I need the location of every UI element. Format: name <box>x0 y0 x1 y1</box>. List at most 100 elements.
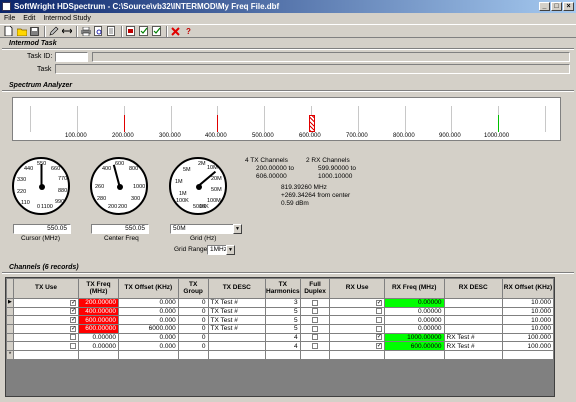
tx-freq-cell[interactable]: 600.00000 <box>78 315 119 326</box>
maximize-button[interactable]: □ <box>551 2 562 11</box>
checkbox-checked-icon[interactable]: ✓ <box>70 299 76 306</box>
rx-offset-cell[interactable]: 10.000 <box>501 298 554 308</box>
checkbox-icon[interactable] <box>70 343 77 350</box>
table-row[interactable]: ✓ 400.00000 0.000 0 TX Test # 5 0.00000 10.000 <box>6 306 554 317</box>
tx-desc-cell[interactable]: TX Test # <box>207 306 267 317</box>
spectrum-display[interactable]: 100.000 200.000 300.000 400.000 500.000 … <box>12 97 561 141</box>
task-id-input[interactable] <box>55 52 88 62</box>
tx-group-cell[interactable]: 0 <box>177 298 209 308</box>
table-row[interactable]: 0.00000 0.000 0 4 ✓ 1000.00000 RX Test # 100.00… <box>6 332 554 343</box>
rx-desc-cell[interactable] <box>443 298 503 308</box>
checkbox-icon[interactable] <box>70 334 77 341</box>
tx-use-checkbox[interactable]: ✓ <box>12 315 80 326</box>
empty-cell[interactable] <box>12 350 80 360</box>
tx-use-checkbox[interactable]: ✓ <box>12 324 80 334</box>
tx-freq-cell[interactable]: 200.00000 <box>78 298 119 308</box>
center-freq-dial[interactable]: 600 400 800 260 1000 280 300 200 200 <box>90 157 148 215</box>
empty-cell[interactable] <box>299 350 331 360</box>
new-row-marker[interactable]: * <box>6 350 14 360</box>
menu-edit[interactable]: Edit <box>19 15 39 22</box>
checkbox-checked-icon[interactable]: ✓ <box>375 299 382 306</box>
tx-harmonics-cell[interactable]: 5 <box>265 324 301 334</box>
col-header-rx-desc[interactable]: RX DESC <box>443 278 503 299</box>
empty-cell[interactable] <box>329 350 385 360</box>
col-header-full-duplex[interactable]: Full Duplex <box>299 278 331 299</box>
page-icon[interactable] <box>106 26 117 37</box>
empty-cell[interactable] <box>383 350 445 360</box>
verify-icon[interactable] <box>151 26 162 37</box>
rx-use-checkbox[interactable] <box>329 324 385 334</box>
close-window-button[interactable]: × <box>563 2 574 11</box>
empty-cell[interactable] <box>78 350 119 360</box>
checkbox-checked-icon[interactable]: ✓ <box>375 343 382 350</box>
tx-desc-cell[interactable] <box>207 341 267 352</box>
chevron-down-icon[interactable]: ▼ <box>226 245 235 255</box>
open-folder-icon[interactable] <box>16 26 27 37</box>
row-selector[interactable] <box>6 324 14 334</box>
tx-use-checkbox[interactable]: ✓ <box>12 306 80 317</box>
tx-offset-cell[interactable]: 0.000 <box>117 341 179 352</box>
checkbox-checked-icon[interactable]: ✓ <box>375 334 382 341</box>
tx-group-cell[interactable]: 0 <box>177 332 209 343</box>
tx-desc-cell[interactable]: TX Test # <box>207 324 267 334</box>
rx-freq-cell[interactable]: 1000.00000 <box>383 332 445 343</box>
rx-offset-cell[interactable]: 10.000 <box>501 315 554 326</box>
checkbox-icon[interactable] <box>312 325 319 332</box>
table-row[interactable]: ✓ 600.00000 0.000 0 TX Test # 5 0.00000 10.000 <box>6 315 554 326</box>
tx-use-checkbox[interactable]: ✓ <box>12 298 80 308</box>
table-row[interactable]: ✓ 600.00000 6000.000 0 TX Test # 5 0.00000 10.0… <box>6 324 554 334</box>
chevron-down-icon[interactable]: ▼ <box>233 224 242 234</box>
col-header-tx-desc[interactable]: TX DESC <box>207 278 267 299</box>
tx-use-checkbox[interactable] <box>12 341 80 352</box>
checkbox-icon[interactable] <box>312 334 319 341</box>
rx-desc-cell[interactable]: RX Test # <box>443 332 503 343</box>
tx-harmonics-cell[interactable]: 4 <box>265 332 301 343</box>
tx-harmonics-cell[interactable]: 4 <box>265 341 301 352</box>
rx-offset-cell[interactable]: 100.000 <box>501 332 554 343</box>
rx-use-checkbox[interactable]: ✓ <box>329 341 385 352</box>
col-header-tx-offset[interactable]: TX Offset (KHz) <box>117 278 179 299</box>
tx-desc-cell[interactable]: TX Test # <box>207 315 267 326</box>
tx-group-cell[interactable]: 0 <box>177 315 209 326</box>
cursor-input[interactable]: 550.05 <box>13 224 71 234</box>
grid-select[interactable]: 50M <box>170 224 242 234</box>
rx-use-checkbox[interactable] <box>329 315 385 326</box>
rx-desc-cell[interactable]: RX Test # <box>443 341 503 352</box>
edit-icon[interactable] <box>48 26 59 37</box>
tx-harmonics-cell[interactable]: 3 <box>265 298 301 308</box>
rx-freq-cell[interactable]: 0.00000 <box>383 306 445 317</box>
tx-group-cell[interactable]: 0 <box>177 324 209 334</box>
row-selector[interactable] <box>6 332 14 343</box>
center-freq-input[interactable]: 550.05 <box>91 224 149 234</box>
row-selector[interactable] <box>6 315 14 326</box>
tx-freq-cell[interactable]: 600.00000 <box>78 324 119 334</box>
checkbox-icon[interactable] <box>375 325 382 332</box>
checkbox-checked-icon[interactable]: ✓ <box>70 317 76 323</box>
checkbox-checked-icon[interactable]: ✓ <box>70 308 76 315</box>
rx-use-checkbox[interactable]: ✓ <box>329 332 385 343</box>
tx-harmonics-cell[interactable]: 5 <box>265 306 301 317</box>
tx-group-cell[interactable]: 0 <box>177 341 209 352</box>
new-file-icon[interactable] <box>3 26 14 37</box>
print-icon[interactable] <box>80 26 91 37</box>
row-selector[interactable]: ▶ <box>6 298 14 308</box>
empty-cell[interactable] <box>177 350 209 360</box>
menu-intermod-study[interactable]: Intermod Study <box>39 15 94 22</box>
table-row[interactable]: ▶ ✓ 200.00000 0.000 0 TX Test # 3 ✓ 0.00000 10.00… <box>6 298 554 308</box>
task-input[interactable] <box>55 64 570 74</box>
report-icon[interactable] <box>125 26 136 37</box>
row-selector[interactable] <box>6 306 14 317</box>
full-duplex-checkbox[interactable] <box>299 341 331 352</box>
tx-offset-cell[interactable]: 0.000 <box>117 332 179 343</box>
rx-offset-cell[interactable]: 100.000 <box>501 341 554 352</box>
tx-offset-cell[interactable]: 0.000 <box>117 298 179 308</box>
rx-use-checkbox[interactable]: ✓ <box>329 298 385 308</box>
checkbox-icon[interactable] <box>312 343 319 350</box>
tx-harmonics-cell[interactable]: 5 <box>265 315 301 326</box>
rx-freq-cell[interactable]: 0.00000 <box>383 298 445 308</box>
col-header-tx-harmonics[interactable]: TX Harmonics <box>265 278 301 299</box>
rx-freq-cell[interactable]: 0.00000 <box>383 315 445 326</box>
cursor-dial[interactable]: 550 660 440 770 330 880 220 990 110 0 11… <box>12 157 70 215</box>
rx-use-checkbox[interactable] <box>329 306 385 317</box>
tx-freq-cell[interactable]: 400.00000 <box>78 306 119 317</box>
